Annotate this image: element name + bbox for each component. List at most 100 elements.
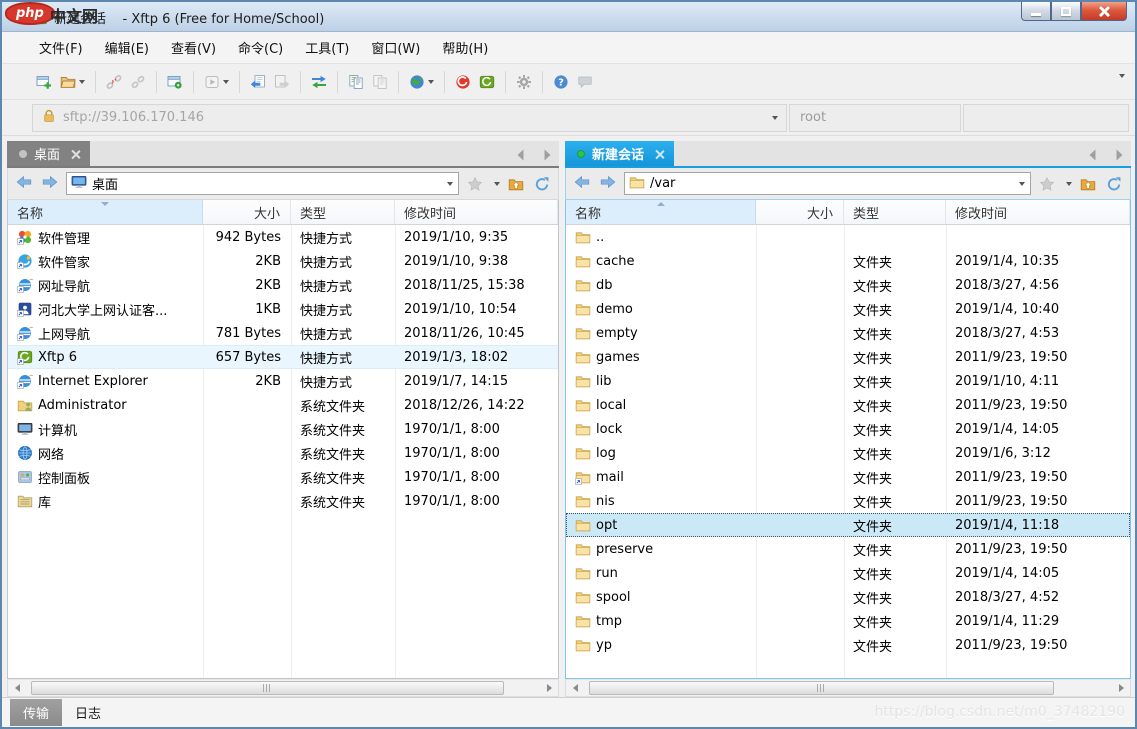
- tab-desktop[interactable]: 桌面: [7, 141, 90, 166]
- file-row-run[interactable]: run文件夹2019/1/4, 14:05: [566, 561, 1130, 585]
- refresh-button[interactable]: [1104, 174, 1124, 194]
- tab-close-icon[interactable]: [655, 149, 664, 158]
- column-header-3[interactable]: 修改时间: [395, 200, 558, 224]
- favorites-dropdown-icon[interactable]: [1066, 182, 1072, 186]
- tab-scroll-right-icon[interactable]: [1111, 147, 1127, 163]
- file-row-Xftp 6[interactable]: Xftp 6657 Bytes快捷方式2019/1/3, 18:02: [8, 345, 558, 369]
- file-row-nis[interactable]: nis文件夹2011/9/23, 19:50: [566, 489, 1130, 513]
- file-row-preserve[interactable]: preserve文件夹2011/9/23, 19:50: [566, 537, 1130, 561]
- chevron-down-icon[interactable]: [79, 80, 85, 84]
- column-header-1[interactable]: 大小: [756, 200, 844, 224]
- remote-hscrollbar[interactable]: [565, 679, 1131, 697]
- help-button[interactable]: ?: [549, 70, 573, 94]
- tab-close-icon[interactable]: [71, 149, 80, 158]
- file-row-控制面板[interactable]: 控制面板系统文件夹1970/1/1, 8:00: [8, 465, 558, 489]
- file-row-yp[interactable]: yp文件夹2011/9/23, 19:50: [566, 633, 1130, 657]
- chevron-down-icon[interactable]: [772, 116, 778, 120]
- reconnect-button[interactable]: [126, 70, 150, 94]
- up-directory-button[interactable]: [506, 174, 526, 194]
- username-field[interactable]: root: [789, 104, 961, 132]
- toolbar-overflow-button[interactable]: [1116, 78, 1125, 97]
- file-row-软件管家[interactable]: 软件管家2KB快捷方式2019/1/10, 9:38: [8, 249, 558, 273]
- up-directory-button[interactable]: [1078, 174, 1098, 194]
- file-row-上网导航[interactable]: 上网导航781 Bytes快捷方式2018/11/26, 10:45: [8, 321, 558, 345]
- execute-button[interactable]: [200, 70, 233, 94]
- file-row-demo[interactable]: demo文件夹2019/1/4, 10:40: [566, 297, 1130, 321]
- disconnect-button[interactable]: [102, 70, 126, 94]
- menu-item-4[interactable]: 工具(T): [294, 33, 360, 62]
- local-hscrollbar[interactable]: [7, 679, 559, 697]
- file-row-cache[interactable]: cache文件夹2019/1/4, 10:35: [566, 249, 1130, 273]
- file-row-opt[interactable]: opt文件夹2019/1/4, 11:18: [566, 513, 1130, 537]
- menu-item-5[interactable]: 窗口(W): [360, 33, 431, 62]
- menu-item-0[interactable]: 文件(F): [28, 33, 94, 62]
- password-field[interactable]: [963, 104, 1129, 132]
- compare-button[interactable]: [344, 70, 368, 94]
- compare-2-button[interactable]: [368, 70, 392, 94]
- column-header-1[interactable]: 大小: [203, 200, 291, 224]
- favorites-dropdown-icon[interactable]: [494, 182, 500, 186]
- file-row-Administrator[interactable]: Administrator系统文件夹2018/12/26, 14:22: [8, 393, 558, 417]
- menu-item-6[interactable]: 帮助(H): [431, 33, 499, 62]
- back-button[interactable]: [572, 172, 592, 196]
- file-row-empty[interactable]: empty文件夹2018/3/27, 4:53: [566, 321, 1130, 345]
- log-tab[interactable]: 日志: [62, 699, 114, 726]
- column-header-0[interactable]: 名称: [566, 200, 756, 224]
- column-header-2[interactable]: 类型: [291, 200, 395, 224]
- chevron-down-icon[interactable]: [428, 80, 434, 84]
- tab-scroll-left-icon[interactable]: [1085, 147, 1101, 163]
- file-row-spool[interactable]: spool文件夹2018/3/27, 4:52: [566, 585, 1130, 609]
- scroll-right-icon[interactable]: [1112, 680, 1130, 696]
- chevron-down-icon[interactable]: [223, 80, 229, 84]
- transfer-right-button[interactable]: [270, 70, 294, 94]
- file-row-软件管理[interactable]: 软件管理942 Bytes快捷方式2019/1/10, 9:35: [8, 225, 558, 249]
- file-row-lib[interactable]: lib文件夹2019/1/10, 4:11: [566, 369, 1130, 393]
- forward-button[interactable]: [598, 172, 618, 196]
- new-session-button[interactable]: [32, 70, 56, 94]
- column-header-3[interactable]: 修改时间: [946, 200, 1130, 224]
- column-header-0[interactable]: 名称: [8, 200, 203, 224]
- menu-item-3[interactable]: 命令(C): [227, 33, 294, 62]
- scroll-left-icon[interactable]: [566, 680, 584, 696]
- tab-new-session[interactable]: 新建会话: [565, 141, 674, 166]
- file-row-库[interactable]: 库系统文件夹1970/1/1, 8:00: [8, 489, 558, 513]
- file-row-games[interactable]: games文件夹2011/9/23, 19:50: [566, 345, 1130, 369]
- web-button[interactable]: [405, 70, 438, 94]
- transfers-tab[interactable]: 传输: [10, 699, 62, 726]
- favorites-button[interactable]: [465, 174, 485, 194]
- file-row-tmp[interactable]: tmp文件夹2019/1/4, 11:29: [566, 609, 1130, 633]
- file-row-local[interactable]: local文件夹2011/9/23, 19:50: [566, 393, 1130, 417]
- file-row-lock[interactable]: lock文件夹2019/1/4, 14:05: [566, 417, 1130, 441]
- column-header-2[interactable]: 类型: [844, 200, 946, 224]
- tab-scroll-left-icon[interactable]: [513, 147, 529, 163]
- settings-button[interactable]: [512, 70, 536, 94]
- file-row-log[interactable]: log文件夹2019/1/6, 3:12: [566, 441, 1130, 465]
- menu-item-2[interactable]: 查看(V): [160, 33, 227, 62]
- file-row-mail[interactable]: mail文件夹2011/9/23, 19:50: [566, 465, 1130, 489]
- scroll-thumb[interactable]: [589, 681, 1054, 695]
- file-row-河北大学上网认证客...[interactable]: 河北大学上网认证客...1KB快捷方式2019/1/10, 10:54: [8, 297, 558, 321]
- file-row-网络[interactable]: 网络系统文件夹1970/1/1, 8:00: [8, 441, 558, 465]
- file-row-db[interactable]: db文件夹2018/3/27, 4:56: [566, 273, 1130, 297]
- xftp-button[interactable]: [475, 70, 499, 94]
- scroll-left-icon[interactable]: [8, 680, 26, 696]
- menu-item-1[interactable]: 编辑(E): [94, 33, 160, 62]
- open-folder-button[interactable]: [56, 70, 89, 94]
- close-button[interactable]: [1081, 2, 1127, 21]
- maximize-button[interactable]: [1051, 2, 1081, 21]
- minimize-button[interactable]: [1021, 2, 1051, 21]
- back-button[interactable]: [14, 172, 34, 196]
- xshell-button[interactable]: [451, 70, 475, 94]
- scroll-thumb[interactable]: [31, 681, 504, 695]
- scroll-right-icon[interactable]: [540, 680, 558, 696]
- session-properties-button[interactable]: [163, 70, 187, 94]
- remote-path-combo[interactable]: /var: [624, 172, 1031, 195]
- feedback-button[interactable]: [573, 70, 597, 94]
- tab-scroll-right-icon[interactable]: [539, 147, 555, 163]
- local-path-combo[interactable]: 桌面: [66, 172, 459, 195]
- forward-button[interactable]: [40, 172, 60, 196]
- synchronize-button[interactable]: [307, 70, 331, 94]
- file-row-Internet Explorer[interactable]: Internet Explorer2KB快捷方式2019/1/7, 14:15: [8, 369, 558, 393]
- transfer-left-button[interactable]: [246, 70, 270, 94]
- address-url-combo[interactable]: sftp://39.106.170.146: [32, 104, 787, 132]
